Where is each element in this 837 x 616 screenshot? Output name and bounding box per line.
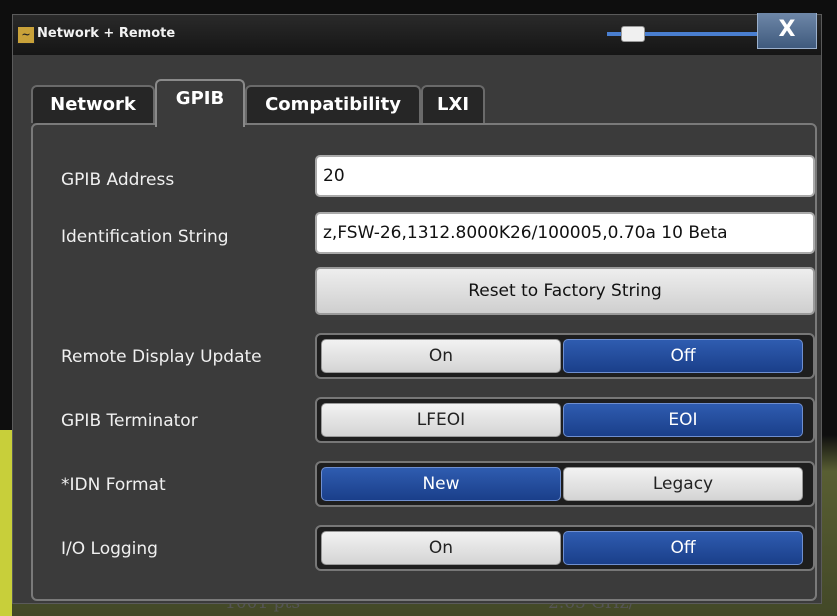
terminator-lfeoi-option[interactable]: LFEOI: [321, 403, 561, 437]
gpib-address-input[interactable]: 20: [315, 155, 815, 197]
io-logging-label: I/O Logging: [61, 539, 158, 559]
remote-display-update-label: Remote Display Update: [61, 347, 262, 367]
gpib-terminator-label: GPIB Terminator: [61, 411, 198, 431]
transparency-slider-knob[interactable]: [621, 26, 645, 42]
terminator-eoi-option[interactable]: EOI: [563, 403, 803, 437]
network-remote-dialog: ~ Network + Remote X Network GPIB Compat…: [12, 13, 822, 604]
background-trace-marker: [0, 430, 12, 616]
app-icon: ~: [17, 26, 35, 44]
tab-lxi[interactable]: LXI: [421, 85, 485, 123]
title-bar[interactable]: ~ Network + Remote X: [13, 13, 821, 55]
tab-network[interactable]: Network: [31, 85, 155, 123]
idn-format-legacy-option[interactable]: Legacy: [563, 467, 803, 501]
identification-string-label: Identification String: [61, 227, 229, 247]
gpib-panel: GPIB Address 20 Identification String z,…: [31, 123, 817, 601]
identification-string-input[interactable]: z,FSW-26,1312.8000K26/100005,0.70a 10 Be…: [315, 212, 815, 254]
idn-format-label: *IDN Format: [61, 475, 166, 495]
tab-compatibility[interactable]: Compatibility: [245, 85, 421, 123]
io-logging-toggle: On Off: [315, 525, 815, 571]
remote-display-off-option[interactable]: Off: [563, 339, 803, 373]
dialog-title: Network + Remote: [37, 26, 176, 41]
close-button[interactable]: X: [757, 13, 817, 49]
idn-format-new-option[interactable]: New: [321, 467, 561, 501]
reset-factory-string-button[interactable]: Reset to Factory String: [315, 267, 815, 315]
remote-display-on-option[interactable]: On: [321, 339, 561, 373]
tab-gpib[interactable]: GPIB: [155, 79, 245, 127]
remote-display-update-toggle: On Off: [315, 333, 815, 379]
gpib-address-label: GPIB Address: [61, 170, 175, 190]
io-logging-off-option[interactable]: Off: [563, 531, 803, 565]
io-logging-on-option[interactable]: On: [321, 531, 561, 565]
idn-format-toggle: New Legacy: [315, 461, 815, 507]
gpib-terminator-toggle: LFEOI EOI: [315, 397, 815, 443]
close-icon: X: [778, 17, 796, 42]
